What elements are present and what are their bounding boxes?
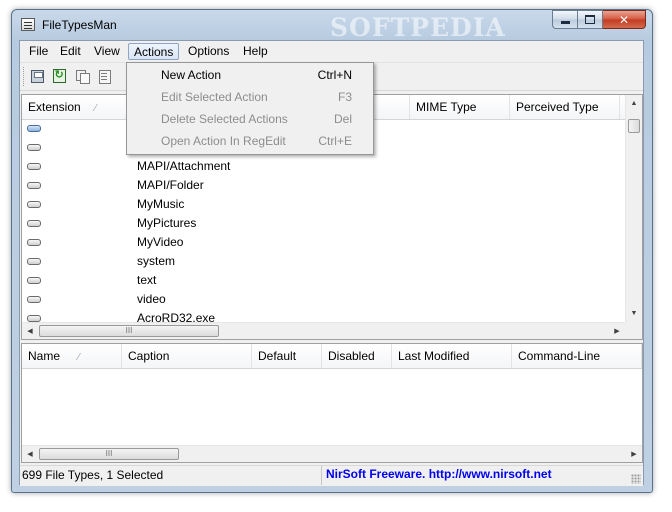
properties-button[interactable] [95, 67, 113, 85]
scroll-down-icon[interactable]: ▼ [626, 305, 642, 322]
close-icon: ✕ [618, 12, 630, 27]
row-name: MyMusic [137, 197, 185, 211]
title-bar[interactable]: FileTypesMan SOFTPEDIA ✕ [12, 10, 652, 42]
list-header: Name ⁄ Caption Default Disabled Last Modi… [22, 344, 642, 369]
menu-item-delete-selected-actions[interactable]: Delete Selected Actions Del [129, 108, 371, 130]
menu-options[interactable]: Options [183, 43, 234, 60]
menu-file[interactable]: File [24, 43, 53, 60]
menu-item-open-action-in-regedit[interactable]: Open Action In RegEdit Ctrl+E [129, 130, 371, 152]
minimize-button[interactable] [552, 10, 578, 29]
properties-icon [98, 69, 111, 84]
status-text: 699 File Types, 1 Selected [22, 466, 322, 485]
scroll-left-icon[interactable]: ◀ [22, 323, 38, 339]
menu-item-edit-selected-action[interactable]: Edit Selected Action F3 [129, 86, 371, 108]
table-row[interactable]: video [22, 290, 627, 309]
row-name: MAPI/Folder [137, 178, 204, 192]
table-row[interactable]: MyMusic [22, 195, 627, 214]
table-row[interactable]: MAPI/Attachment [22, 157, 627, 176]
menu-edit[interactable]: Edit [55, 43, 86, 60]
file-type-icon [27, 201, 41, 208]
menu-item-new-action[interactable]: New Action Ctrl+N [129, 64, 371, 86]
save-button[interactable] [28, 67, 46, 85]
copy-icon [75, 69, 90, 84]
menu-actions[interactable]: Actions [128, 43, 180, 60]
row-name: text [137, 273, 157, 287]
nirsoft-link[interactable]: NirSoft Freeware. http://www.nirsoft.net [326, 466, 552, 485]
row-name: MyVideo [137, 235, 184, 249]
actions-list[interactable]: Name ⁄ Caption Default Disabled Last Modi… [21, 343, 643, 463]
file-type-icon [27, 277, 41, 284]
table-row[interactable]: MAPI/Folder [22, 176, 627, 195]
file-type-icon [27, 296, 41, 303]
row-name: video [137, 292, 166, 306]
menu-help[interactable]: Help [238, 43, 273, 60]
file-type-icon [27, 125, 41, 132]
column-header-disabled[interactable]: Disabled [322, 344, 392, 368]
resize-grip[interactable] [631, 474, 641, 484]
copy-button[interactable] [73, 67, 91, 85]
maximize-icon [585, 15, 595, 24]
file-type-icon [27, 182, 41, 189]
column-header-extension[interactable]: Extension ⁄ [22, 95, 132, 119]
column-header-mime-type[interactable]: MIME Type [410, 95, 510, 119]
file-type-icon [27, 220, 41, 227]
file-type-icon [27, 144, 41, 151]
column-header-command-line[interactable]: Command-Line [512, 344, 642, 368]
vertical-scroll-thumb[interactable] [628, 119, 640, 133]
horizontal-scrollbar[interactable]: ◀ III ▶ [22, 322, 625, 339]
column-header-perceived-type[interactable]: Perceived Type [510, 95, 620, 119]
table-row[interactable]: text [22, 271, 627, 290]
row-name: MAPI/Attachment [137, 159, 231, 173]
column-header-default[interactable]: Default [252, 344, 322, 368]
column-header-last-modified[interactable]: Last Modified [392, 344, 512, 368]
menu-bar: File Edit View Actions Options Help [20, 41, 643, 63]
vertical-scrollbar[interactable]: ▲ ▼ [625, 95, 642, 322]
scroll-left-icon[interactable]: ◀ [22, 446, 38, 462]
sort-icon: ⁄ [78, 352, 80, 363]
scroll-right-icon[interactable]: ▶ [626, 446, 642, 462]
horizontal-scrollbar[interactable]: ◀ III ▶ [22, 445, 642, 462]
row-name: system [137, 254, 176, 268]
save-icon [30, 69, 44, 83]
minimize-icon [560, 21, 570, 24]
table-row[interactable]: MyPictures [22, 214, 627, 233]
scroll-up-icon[interactable]: ▲ [626, 95, 642, 112]
menu-view[interactable]: View [89, 43, 125, 60]
close-button[interactable]: ✕ [603, 10, 646, 29]
scroll-right-icon[interactable]: ▶ [609, 323, 625, 339]
watermark: SOFTPEDIA [330, 13, 506, 42]
actions-dropdown-menu: New Action Ctrl+N Edit Selected Action F3 … [126, 62, 374, 155]
scroll-corner [625, 322, 642, 339]
file-type-icon [27, 163, 41, 170]
horizontal-scroll-thumb[interactable]: III [39, 325, 219, 337]
status-bar: 699 File Types, 1 Selected NirSoft Freew… [20, 465, 643, 486]
refresh-icon [52, 68, 66, 83]
maximize-button[interactable] [578, 10, 603, 29]
file-type-icon [27, 239, 41, 246]
toolbar-grip [23, 67, 26, 86]
table-row[interactable]: system [22, 252, 627, 271]
refresh-button[interactable] [50, 67, 68, 85]
horizontal-scroll-thumb[interactable]: III [39, 448, 179, 460]
column-header-caption[interactable]: Caption [122, 344, 252, 368]
app-icon [21, 18, 35, 31]
row-name: MyPictures [137, 216, 197, 230]
window-title: FileTypesMan [42, 18, 117, 32]
table-row[interactable]: MyVideo [22, 233, 627, 252]
file-type-icon [27, 258, 41, 265]
sort-icon: ⁄ [94, 103, 97, 114]
column-header-name[interactable]: Name ⁄ [22, 344, 122, 368]
file-type-icon [27, 315, 41, 322]
